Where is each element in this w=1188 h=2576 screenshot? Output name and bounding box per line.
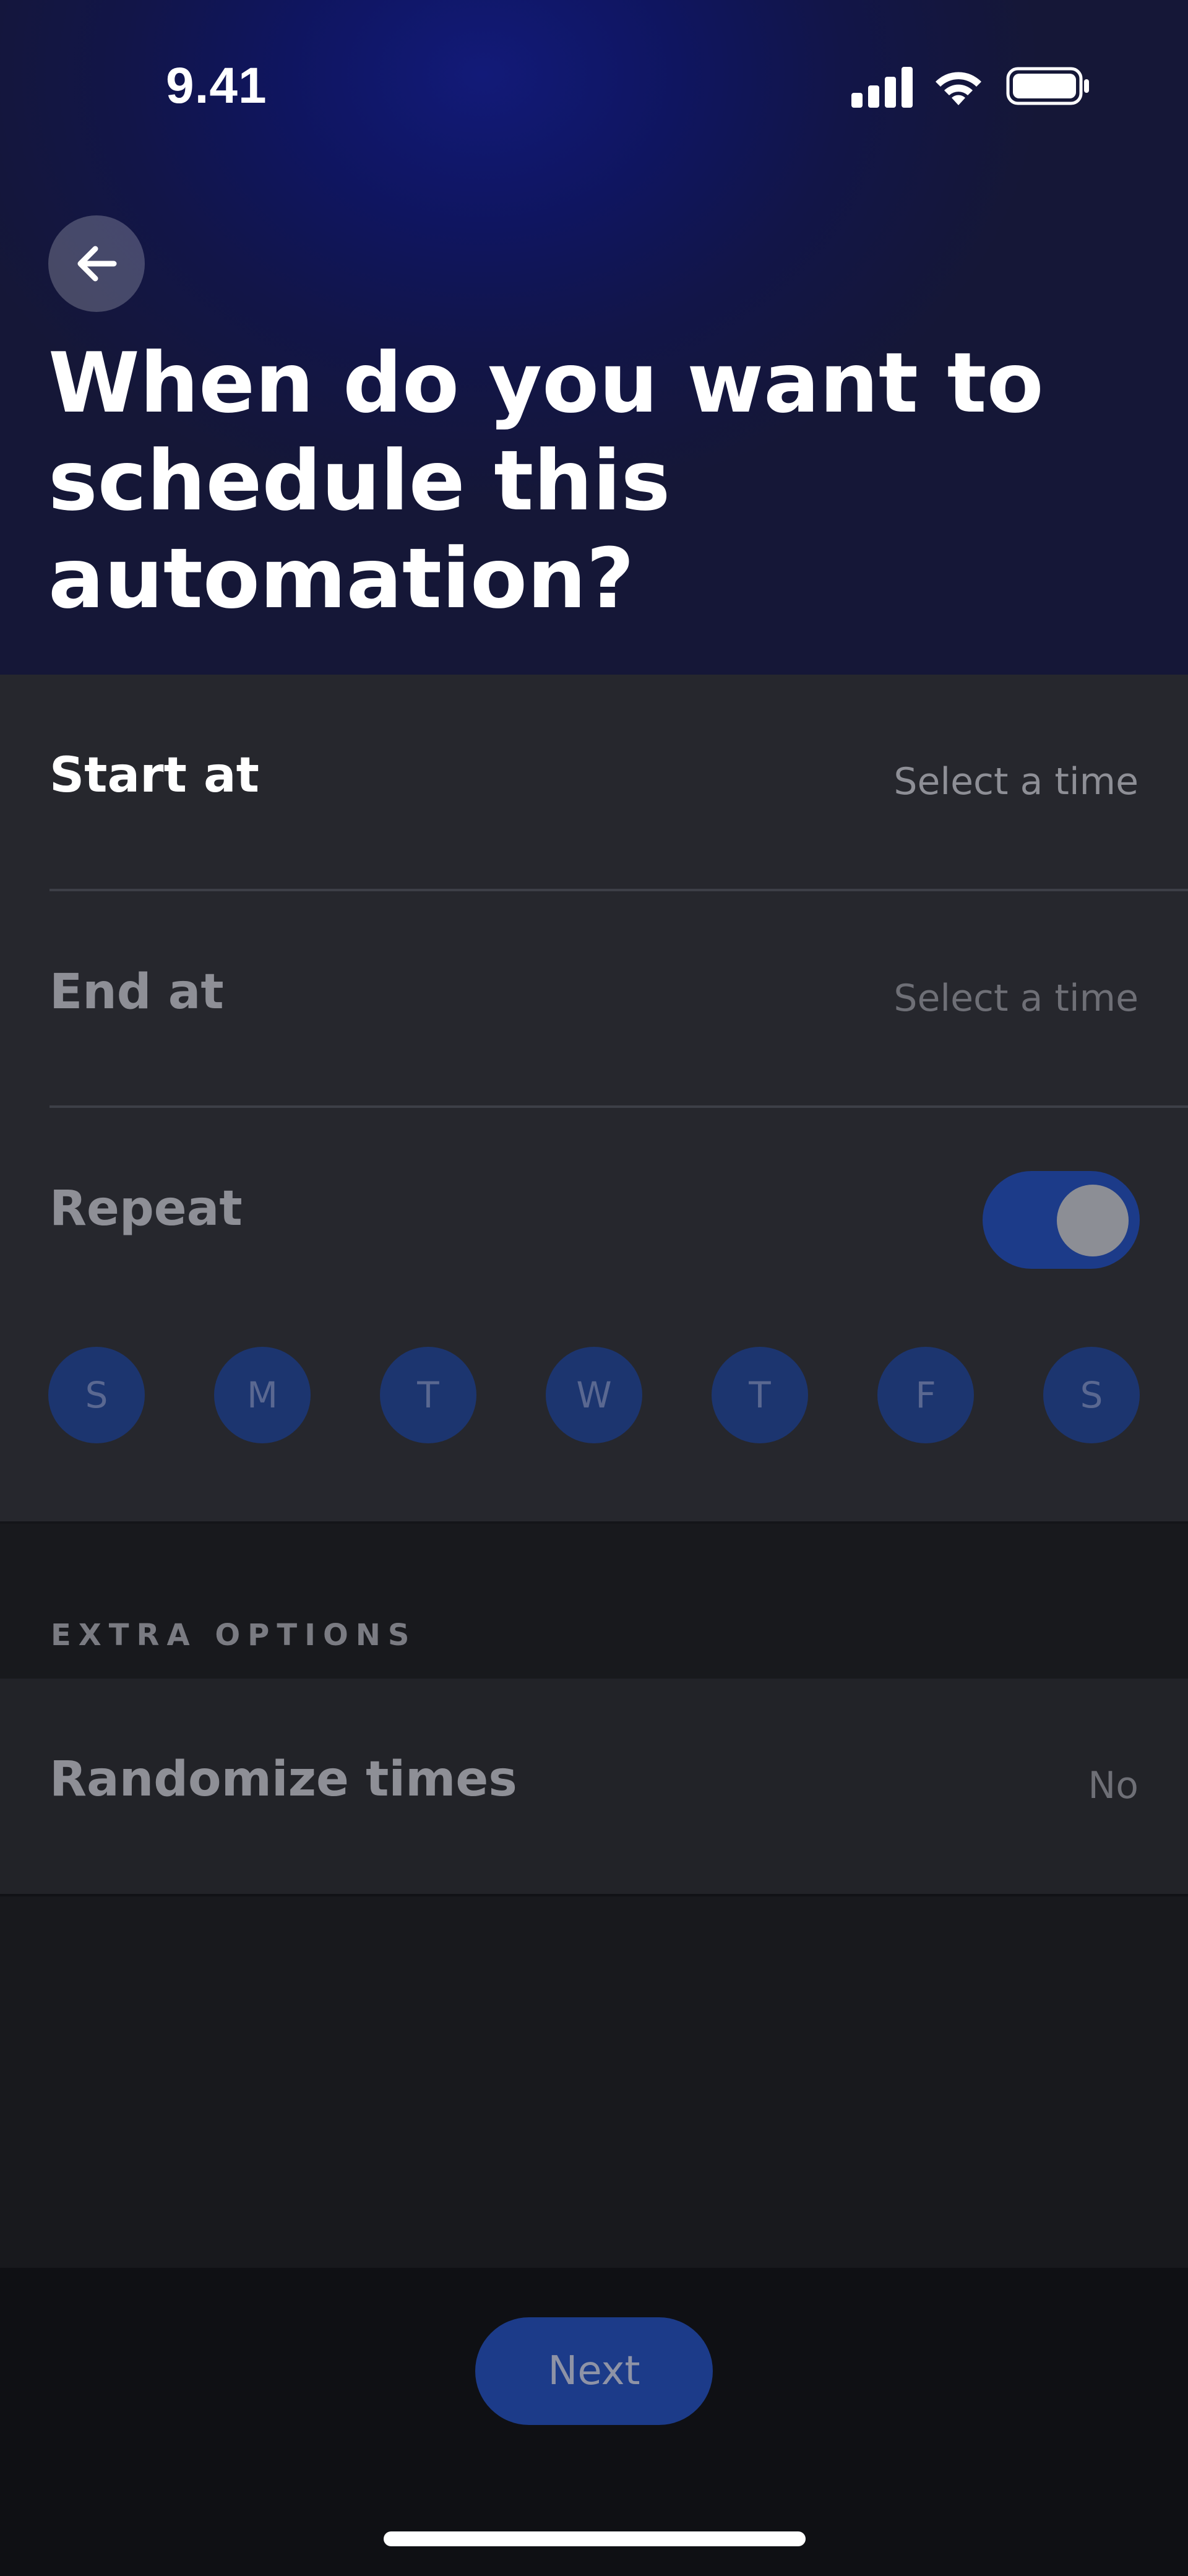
start-at-label: Start at — [50, 748, 259, 803]
back-button[interactable] — [48, 215, 145, 312]
status-time: 9.41 — [166, 58, 267, 114]
day-saturday[interactable]: S — [1043, 1347, 1140, 1443]
arrow-left-icon — [77, 246, 117, 282]
repeat-days: S M T W T F S — [48, 1347, 1140, 1443]
day-friday[interactable]: F — [877, 1347, 974, 1443]
day-monday[interactable]: M — [214, 1347, 311, 1443]
screen: 9.41 When do you want to schedule this a… — [0, 0, 1188, 2576]
day-tuesday[interactable]: T — [380, 1347, 476, 1443]
start-at-value[interactable]: Select a time — [893, 760, 1138, 803]
repeat-label: Repeat — [50, 1181, 243, 1237]
next-button[interactable]: Next — [475, 2317, 713, 2425]
day-wednesday[interactable]: W — [546, 1347, 642, 1443]
repeat-toggle[interactable] — [983, 1171, 1140, 1269]
toggle-knob — [1057, 1185, 1129, 1256]
wifi-icon — [936, 72, 981, 105]
signal-icon — [851, 67, 913, 108]
battery-icon — [1006, 67, 1089, 105]
start-at-row[interactable]: Start at Select a time — [0, 675, 1188, 891]
extra-options-header: EXTRA OPTIONS — [51, 1618, 417, 1653]
home-indicator — [384, 2531, 806, 2546]
end-at-value[interactable]: Select a time — [893, 977, 1138, 1020]
end-at-row[interactable]: End at Select a time — [0, 891, 1188, 1108]
randomize-times-label: Randomize times — [50, 1752, 517, 1807]
day-thursday[interactable]: T — [712, 1347, 808, 1443]
randomize-times-row[interactable]: Randomize times No — [0, 1679, 1188, 1896]
day-sunday[interactable]: S — [48, 1347, 145, 1443]
page-title: When do you want to schedule this automa… — [48, 335, 1044, 627]
status-bar: 9.41 — [0, 0, 1188, 179]
randomize-times-value: No — [1088, 1764, 1138, 1807]
end-at-label: End at — [50, 964, 224, 1020]
